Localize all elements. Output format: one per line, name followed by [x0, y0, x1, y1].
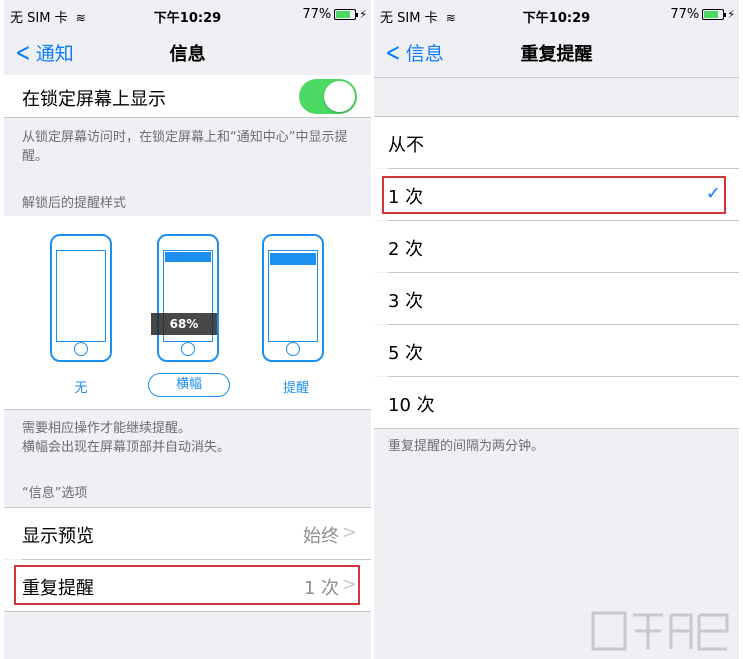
alert-style-picker: 68% 无 横幅 提醒: [4, 216, 371, 409]
status-bar: 无 SIM 卡 ≋ 下午10:29 77% ⚡: [4, 0, 371, 30]
lock-screen-note: 从锁定屏幕访问时，在锁定屏幕上和“通知中心”中显示提醒。: [22, 130, 348, 164]
options-header: “信息”选项: [22, 486, 88, 501]
lock-screen-row: 在锁定屏幕上显示: [4, 75, 371, 117]
highlight-box: [14, 565, 360, 605]
navigation-bar: < 信息 重复提醒: [374, 30, 739, 75]
battery-percent: 77%: [302, 7, 332, 22]
battery-percent: 77%: [670, 7, 700, 22]
navigation-bar: < 通知 信息: [4, 30, 371, 75]
highlight-box: [382, 176, 726, 214]
style-label-banner-selected[interactable]: 横幅: [148, 373, 230, 397]
messages-settings-screen: 无 SIM 卡 ≋ 下午10:29 77% ⚡ < 通知 信息 在锁定屏幕上显示…: [4, 0, 371, 659]
lock-screen-label: 在锁定屏幕上显示: [22, 89, 166, 110]
charging-icon: ⚡: [359, 8, 367, 21]
style-label-none[interactable]: 无: [66, 377, 96, 396]
alert-style-header: 解锁后的提醒样式: [22, 196, 127, 211]
charging-icon: ⚡: [727, 8, 735, 21]
phone-style-none-icon[interactable]: [50, 234, 112, 362]
repeat-alerts-screen: 无 SIM 卡 ≋ 下午10:29 77% ⚡ < 信息 重复提醒 从不 1 次…: [374, 0, 739, 659]
option-10-times[interactable]: 10 次: [374, 377, 739, 428]
battery-icon: [334, 9, 359, 20]
zoom-badge: 68%: [151, 313, 217, 335]
style-label-alert[interactable]: 提醒: [276, 377, 316, 396]
option-5-times[interactable]: 5 次: [374, 325, 739, 376]
page-title: 重复提醒: [520, 44, 593, 65]
phone-style-banner-icon[interactable]: [157, 234, 219, 362]
show-preview-row[interactable]: 显示预览 始终 >: [4, 508, 371, 559]
chevron-right-icon: >: [341, 522, 357, 543]
status-bar: 无 SIM 卡 ≋ 下午10:29 77% ⚡: [374, 0, 739, 30]
show-preview-value: 始终: [303, 526, 339, 547]
option-never[interactable]: 从不: [374, 117, 739, 168]
lock-screen-toggle[interactable]: [299, 79, 357, 114]
watermark-logo-icon: [591, 611, 729, 651]
phone-style-alert-icon[interactable]: [262, 234, 324, 362]
page-title: 信息: [169, 44, 206, 65]
repeat-interval-note: 重复提醒的间隔为两分钟。: [388, 439, 545, 454]
battery-icon: [702, 9, 727, 20]
alert-style-note: 需要相应操作才能继续提醒。 横幅会出现在屏幕顶部并自动消失。: [22, 421, 231, 455]
show-preview-label: 显示预览: [22, 526, 94, 547]
option-3-times[interactable]: 3 次: [374, 273, 739, 324]
option-2-times[interactable]: 2 次: [374, 221, 739, 272]
